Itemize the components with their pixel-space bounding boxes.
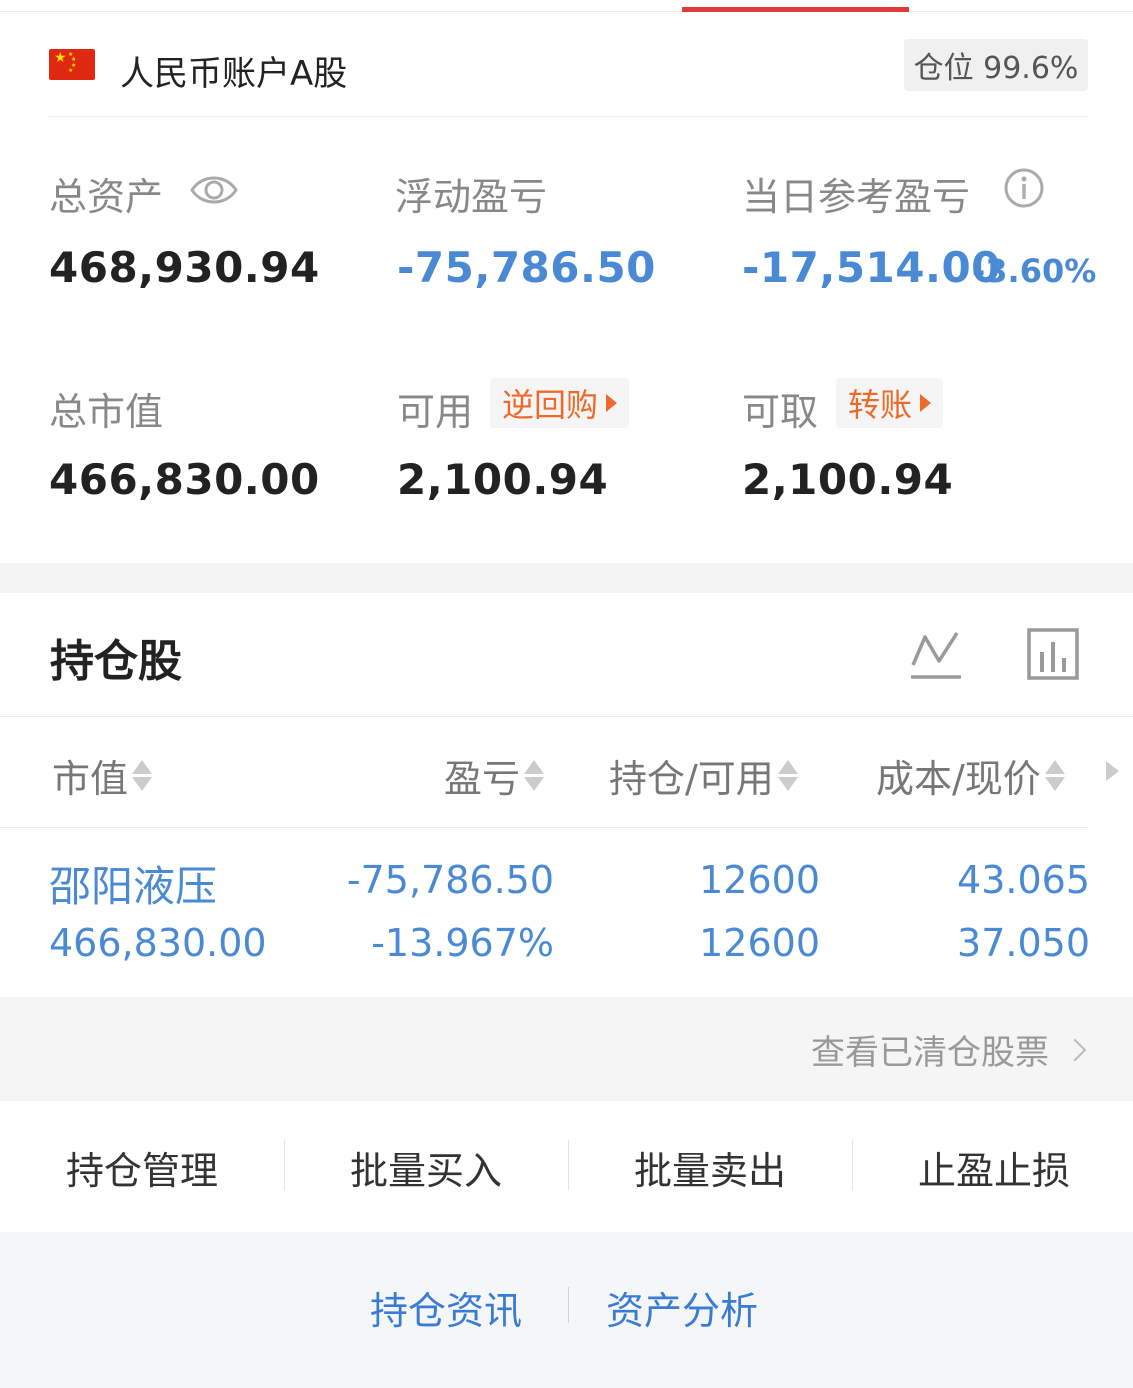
header-divider	[48, 116, 1088, 117]
column-header-market-value[interactable]: 市值	[52, 748, 153, 803]
eye-icon[interactable]	[190, 170, 238, 214]
available-label: 可用	[397, 390, 474, 434]
column-header-label: 市值	[52, 757, 129, 801]
withdrawable-value: 2,100.94	[742, 455, 954, 504]
sort-icon	[132, 760, 153, 791]
holdings-news-link[interactable]: 持仓资讯	[370, 1280, 522, 1335]
chevron-right-icon	[1063, 1038, 1087, 1061]
daily-pl-value: -17,514.00	[742, 243, 1001, 292]
daily-pl-label: 当日参考盈亏	[742, 175, 971, 219]
account-name[interactable]: 人民币账户A股	[120, 46, 347, 95]
column-header-label: 成本/现价	[876, 757, 1041, 801]
bottom-link-separator	[568, 1287, 569, 1323]
cleared-stocks-link[interactable]: 查看已清仓股票	[811, 1025, 1087, 1074]
stock-name: 邵阳液压	[49, 862, 218, 911]
stock-price: 37.050	[957, 921, 1090, 965]
stock-pl-percent: -13.967%	[371, 921, 554, 965]
sort-icon	[777, 760, 798, 791]
column-header-cost-price[interactable]: 成本/现价	[876, 748, 1065, 803]
reverse-repo-label: 逆回购	[502, 386, 599, 424]
column-header-label: 持仓/可用	[609, 757, 774, 801]
section-gap	[0, 563, 1133, 593]
market-value-value: 466,830.00	[49, 455, 320, 504]
holdings-divider	[0, 716, 1133, 717]
active-tab-indicator	[682, 7, 909, 12]
column-header-pl[interactable]: 盈亏	[444, 748, 545, 803]
stock-pl: -75,786.50	[346, 858, 554, 902]
holdings-management-button[interactable]: 持仓管理	[0, 1140, 284, 1195]
stock-available: 12600	[699, 921, 820, 965]
column-header-position[interactable]: 持仓/可用	[609, 748, 798, 803]
stop-profit-loss-button[interactable]: 止盈止损	[852, 1140, 1133, 1195]
holdings-title: 持仓股	[50, 636, 182, 687]
column-header-label: 盈亏	[444, 757, 521, 801]
market-value-label: 总市值	[49, 390, 164, 434]
sort-icon	[1044, 760, 1065, 791]
china-flag-icon: ★ ★ ★ ★ ★	[49, 49, 95, 80]
cleared-stocks-label: 查看已清仓股票	[811, 1033, 1049, 1073]
batch-sell-button[interactable]: 批量卖出	[568, 1140, 852, 1195]
floating-pl-value: -75,786.50	[397, 243, 656, 292]
scroll-columns-right-icon[interactable]	[1106, 761, 1119, 781]
floating-pl-label: 浮动盈亏	[395, 175, 548, 219]
arrow-right-icon	[920, 394, 932, 412]
transfer-label: 转账	[848, 386, 913, 424]
table-header-divider	[0, 827, 1088, 828]
stock-cost: 43.065	[957, 858, 1090, 902]
total-assets-value: 468,930.94	[49, 243, 320, 292]
batch-buy-button[interactable]: 批量买入	[284, 1140, 568, 1195]
stock-position: 12600	[699, 858, 820, 902]
reverse-repo-button[interactable]: 逆回购	[490, 378, 630, 428]
info-icon[interactable]	[1003, 167, 1045, 213]
daily-pl-percent: -3.60%	[972, 252, 1097, 290]
bottom-links-band	[0, 1232, 1133, 1388]
transfer-button[interactable]: 转账	[836, 378, 944, 428]
total-assets-label: 总资产	[49, 175, 164, 219]
stock-market-value: 466,830.00	[49, 921, 267, 965]
asset-analysis-link[interactable]: 资产分析	[606, 1280, 758, 1335]
top-divider	[0, 11, 1133, 12]
line-chart-icon[interactable]	[909, 627, 963, 685]
bar-chart-icon[interactable]	[1027, 628, 1079, 684]
withdrawable-label: 可取	[742, 390, 819, 434]
sort-icon	[524, 760, 545, 791]
arrow-right-icon	[606, 394, 618, 412]
available-value: 2,100.94	[397, 455, 609, 504]
position-ratio-badge: 仓位 99.6%	[904, 39, 1088, 91]
